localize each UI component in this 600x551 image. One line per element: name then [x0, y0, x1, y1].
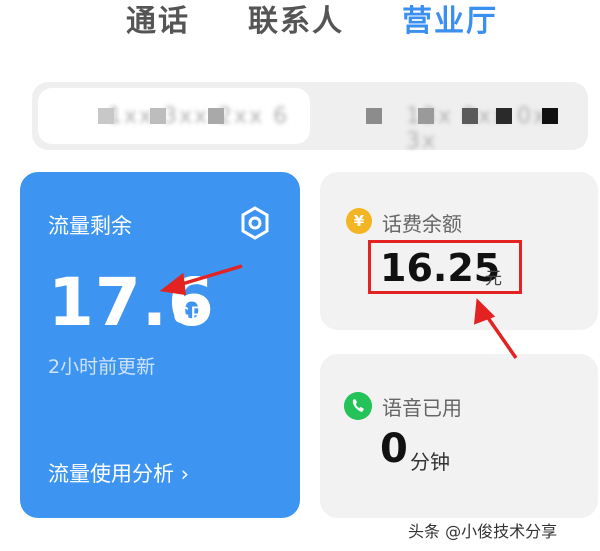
data-card-title: 流量剩余 — [48, 214, 132, 238]
phone-icon — [344, 392, 372, 420]
voice-used-card[interactable]: 语音已用 0 分钟 — [320, 354, 598, 518]
balance-title: 话费余额 — [382, 212, 462, 236]
watermark: 头条 @小俊技术分享 — [408, 522, 558, 541]
data-usage-analysis-link[interactable]: 流量使用分析 › — [48, 458, 189, 488]
voice-used-value: 0 — [380, 426, 408, 472]
sim-1-number: 1xx 3xx 2xx 6 — [108, 104, 290, 129]
top-tab-bar: 通话 联系人 营业厅 — [0, 0, 600, 60]
data-updated-time: 2小时前更新 — [48, 356, 156, 378]
censor-block — [208, 108, 224, 124]
gear-icon[interactable] — [240, 206, 270, 240]
censor-block — [462, 108, 478, 124]
yen-coin-icon: ¥ — [346, 208, 372, 234]
tab-calls[interactable]: 通话 — [126, 0, 190, 44]
balance-value: 16.25 — [380, 246, 501, 290]
data-remaining-unit: GB — [173, 304, 206, 329]
balance-card[interactable]: ¥ 话费余额 16.25 元 — [320, 172, 598, 330]
data-remaining-card[interactable]: 流量剩余 17.6 GB 2小时前更新 流量使用分析 › — [20, 172, 300, 518]
tab-service-hall[interactable]: 营业厅 — [402, 0, 498, 44]
censor-block — [496, 108, 512, 124]
censor-block — [150, 108, 166, 124]
censor-block — [98, 108, 114, 124]
sim-selector: 1xx 3xx 2xx 6 13x 0xx 0x 3x — [32, 82, 588, 154]
data-remaining-value: 17.6 — [48, 264, 215, 341]
censor-block — [418, 108, 434, 124]
tab-contacts[interactable]: 联系人 — [248, 0, 344, 44]
voice-title: 语音已用 — [382, 396, 462, 420]
censor-block — [366, 108, 382, 124]
voice-used-unit: 分钟 — [410, 450, 450, 474]
sim-card-2[interactable]: 13x 0xx 0x 3x — [314, 88, 582, 154]
balance-unit: 元 — [485, 269, 502, 289]
sim-card-1[interactable]: 1xx 3xx 2xx 6 — [38, 88, 310, 144]
censor-block — [542, 108, 558, 124]
